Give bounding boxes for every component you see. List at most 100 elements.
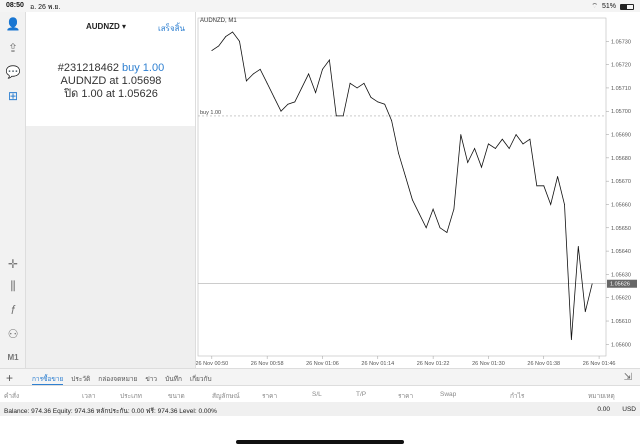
x-tick-label: 26 Nov 01:06 [306,361,339,367]
column-header[interactable]: ราคา [262,391,277,401]
column-header[interactable]: ประเภท [120,391,142,401]
price-point [591,283,593,285]
x-tick-label: 26 Nov 01:22 [417,361,450,367]
price-point [522,143,524,145]
chart-title: AUDNZD, M1 [200,18,237,24]
price-point [432,208,434,210]
reference-line-label: buy 1.00 [200,110,221,116]
order-action: buy 1.00 [122,62,165,74]
expand-icon[interactable]: ⇲ [624,372,632,383]
price-point [488,143,489,145]
price-point [515,134,517,135]
y-tick-label: 1.05630 [611,272,631,278]
symbol-selector[interactable]: AUDNZD ▾ [86,22,126,31]
column-header[interactable]: กำไร [510,391,524,401]
price-point [218,45,220,47]
column-header[interactable]: ราคา [398,391,413,401]
column-header[interactable]: ขนาด [168,391,185,401]
price-chart[interactable]: AUDNZD, M1 1.05730 1.05720 1.05710 1.05700 1.… [196,12,640,368]
new-order-icon[interactable]: ⊞ [5,88,21,104]
price-point [342,115,344,117]
trade-table-header: คำสั่ง เวลา ประเภท ขนาด สัญลักษณ์ ราคา S/L T/P ร… [0,388,640,402]
price-point [246,80,247,82]
tab-2[interactable]: กล่องจดหมาย [98,374,137,385]
y-tick-label: 1.05700 [611,109,631,115]
price-point [287,103,289,105]
y-tick-label: 1.05660 [611,202,631,208]
x-tick-label: 26 Nov 01:30 [472,361,505,367]
price-point [494,148,496,149]
order-details: #231218462 buy 1.00 AUDNZD at 1.05698 ปิ… [26,62,196,101]
price-point [363,82,365,84]
price-point [266,82,268,84]
status-right: ⌔ 51% [591,2,634,11]
price-point [239,40,240,42]
battery-icon [620,3,634,10]
tab-5[interactable]: เกี่ยวกับ [190,374,212,385]
price-point [232,31,233,33]
price-tag-label: 1.05626 [610,282,630,288]
price-point [571,339,572,341]
objects-icon[interactable]: ⚇ [5,326,21,342]
add-icon[interactable]: + [6,371,13,385]
column-header[interactable]: S/L [312,391,322,398]
price-point [335,115,337,117]
status-time: 08:50 [6,2,24,9]
price-point [211,50,213,52]
price-point [467,162,469,163]
y-tick-label: 1.05640 [611,249,631,255]
balance-text: Balance: 974.36 Equity: 974.36 หลักประกั… [4,408,217,415]
price-point [460,134,462,135]
y-tick-label: 1.05610 [611,319,631,325]
function-icon[interactable]: 𝑓 [5,302,21,318]
price-point [529,138,531,140]
account-icon[interactable]: 👤 [5,16,21,32]
home-indicator[interactable] [236,440,404,444]
tab-4[interactable]: บันทึก [165,374,182,385]
done-button[interactable]: เสร็จสิ้น [158,22,185,35]
column-header[interactable]: คำสั่ง [4,391,19,401]
crosshair-icon[interactable]: ✛ [5,256,21,272]
price-point [398,152,399,154]
x-tick-label: 26 Nov 01:38 [527,361,560,367]
column-header[interactable]: หมายเหตุ [588,391,615,401]
tab-0[interactable]: การซื้อขาย [32,374,64,385]
price-point [501,138,503,140]
price-point [356,87,358,89]
price-point [418,213,420,215]
price-point [453,208,455,210]
price-point [384,103,386,105]
battery-fill [621,4,628,9]
y-tick-label: 1.05680 [611,156,631,162]
column-header[interactable]: Swap [440,391,456,398]
order-open-line: AUDNZD at 1.05698 [60,75,162,87]
terminal-tabs: + การซื้อขาย ประวัติ กล่องจดหมาย ข่าว บันทึก… [0,368,640,386]
order-close-line: ปิด 1.00 at 1.05626 [64,88,158,100]
timeframe-button[interactable]: M1 [5,350,21,366]
y-tick-label: 1.05730 [611,39,631,45]
candles-icon[interactable]: ⫼ [5,278,21,294]
column-header[interactable]: T/P [356,391,366,398]
tab-1[interactable]: ประวัติ [71,374,90,385]
column-header[interactable]: เวลา [82,391,96,401]
y-tick-label: 1.05600 [611,342,631,348]
column-header[interactable]: สัญลักษณ์ [212,391,240,401]
chat-icon[interactable]: 💬 [5,64,21,80]
price-point [564,204,565,205]
signal-icon[interactable]: ⇪ [5,40,21,56]
tab-3[interactable]: ข่าว [145,374,157,385]
price-point [391,120,393,121]
price-point [370,96,372,98]
price-point [301,87,303,89]
tab-list: การซื้อขาย ประวัติ กล่องจดหมาย ข่าว บันทึก เก… [32,374,212,385]
price-point [322,68,323,70]
chart-svg[interactable]: AUDNZD, M1 1.05730 1.05720 1.05710 1.05700 1.… [196,12,640,368]
price-point [411,199,413,201]
y-tick-label: 1.05690 [611,133,631,139]
price-point [543,185,545,187]
balance-total: 0.00 [597,406,610,413]
price-point [439,227,441,229]
price-point [273,96,275,98]
price-point [349,82,351,84]
price-point [584,311,586,313]
